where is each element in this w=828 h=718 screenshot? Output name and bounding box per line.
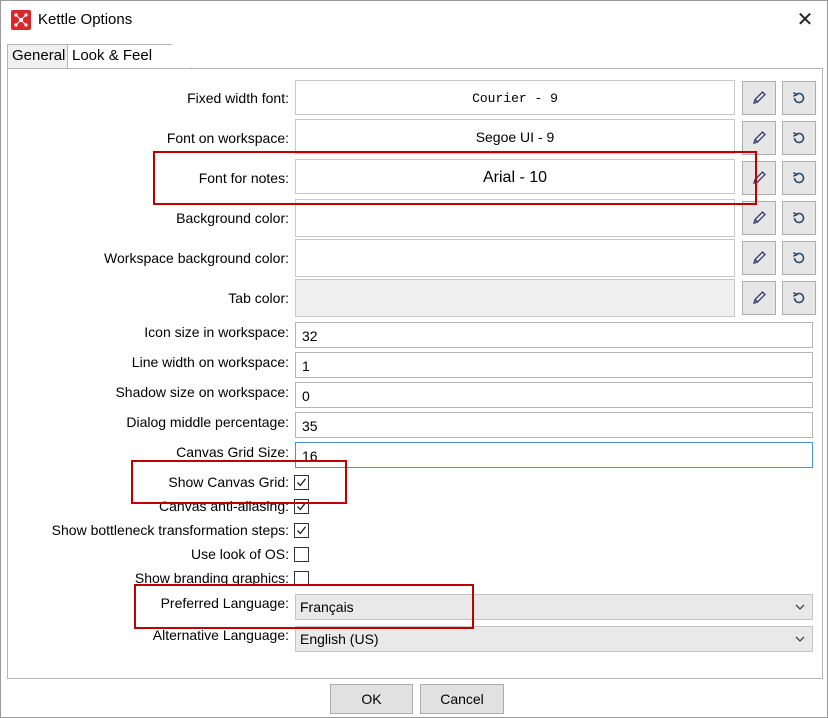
reset-fixed-width-font-button[interactable] xyxy=(782,81,816,115)
reset-tab-color-button[interactable] xyxy=(782,281,816,315)
reset-icon xyxy=(792,131,805,144)
reset-icon xyxy=(792,91,805,104)
dialog-middle-percentage-label: Dialog middle percentage: xyxy=(126,414,289,430)
chevron-down-icon xyxy=(795,636,805,642)
reset-workspace-font-button[interactable] xyxy=(782,121,816,155)
edit-background-color-button[interactable] xyxy=(742,201,776,235)
use-look-of-os-checkbox[interactable] xyxy=(294,547,309,562)
edit-tab-color-button[interactable] xyxy=(742,281,776,315)
close-icon[interactable]: ✕ xyxy=(787,5,823,35)
edit-workspace-background-color-button[interactable] xyxy=(742,241,776,275)
tab-bar: General Look & Feel xyxy=(7,44,821,68)
workspace-font-label: Font on workspace: xyxy=(166,130,289,146)
fixed-width-font-value: Courier - 9 xyxy=(295,80,735,115)
background-color-label: Background color: xyxy=(176,210,289,226)
line-width-label: Line width on workspace: xyxy=(131,354,289,370)
chevron-down-icon xyxy=(795,604,805,610)
pencil-icon xyxy=(753,131,766,144)
kettle-options-dialog: Kettle Options ✕ General Look & Feel Fix… xyxy=(0,0,828,718)
tab-look-and-feel[interactable]: Look & Feel xyxy=(67,44,192,68)
edit-workspace-font-button[interactable] xyxy=(742,121,776,155)
fixed-width-font-label: Fixed width font: xyxy=(187,90,289,106)
workspace-background-color-swatch xyxy=(295,239,735,277)
reset-icon xyxy=(792,171,805,184)
alternative-language-select[interactable]: English (US) xyxy=(295,626,813,652)
checkmark-icon xyxy=(297,526,307,535)
reset-workspace-background-color-button[interactable] xyxy=(782,241,816,275)
cancel-button[interactable]: Cancel xyxy=(420,684,504,714)
pencil-icon xyxy=(753,211,766,224)
reset-icon xyxy=(792,211,805,224)
canvas-grid-size-input[interactable]: 16 xyxy=(295,442,813,468)
highlight-box-show-canvas-grid xyxy=(131,460,347,504)
canvas-grid-size-label: Canvas Grid Size: xyxy=(176,444,289,460)
shadow-size-input[interactable]: 0 xyxy=(295,382,813,408)
reset-icon xyxy=(792,251,805,264)
tab-color-swatch xyxy=(295,279,735,317)
reset-notes-font-button[interactable] xyxy=(782,161,816,195)
tab-general[interactable]: General xyxy=(7,44,72,68)
workspace-background-color-label: Workspace background color: xyxy=(104,250,289,266)
use-look-of-os-label: Use look of OS: xyxy=(190,546,289,562)
dialog-middle-percentage-input[interactable]: 35 xyxy=(295,412,813,438)
pencil-icon xyxy=(753,291,766,304)
icon-size-label: Icon size in workspace: xyxy=(144,324,289,340)
edit-fixed-width-font-button[interactable] xyxy=(742,81,776,115)
highlight-box-notes-font xyxy=(153,151,757,205)
pencil-icon xyxy=(753,251,766,264)
kettle-app-icon xyxy=(11,10,31,30)
highlight-box-preferred-language xyxy=(134,584,474,629)
window-title: Kettle Options xyxy=(38,11,133,28)
reset-icon xyxy=(792,291,805,304)
title-bar: Kettle Options ✕ xyxy=(1,1,827,39)
show-bottleneck-label: Show bottleneck transformation steps: xyxy=(51,522,289,538)
show-bottleneck-checkbox[interactable] xyxy=(294,523,309,538)
reset-background-color-button[interactable] xyxy=(782,201,816,235)
ok-button-label: OK xyxy=(361,691,382,707)
alternative-language-label: Alternative Language: xyxy=(152,627,289,643)
cancel-button-label: Cancel xyxy=(440,691,484,707)
icon-size-input[interactable]: 32 xyxy=(295,322,813,348)
alternative-language-value: English (US) xyxy=(300,631,379,647)
ok-button[interactable]: OK xyxy=(330,684,413,714)
shadow-size-label: Shadow size on workspace: xyxy=(115,384,289,400)
pencil-icon xyxy=(753,91,766,104)
workspace-font-value: Segoe UI - 9 xyxy=(295,119,735,154)
line-width-input[interactable]: 1 xyxy=(295,352,813,378)
tab-color-label: Tab color: xyxy=(228,290,289,306)
